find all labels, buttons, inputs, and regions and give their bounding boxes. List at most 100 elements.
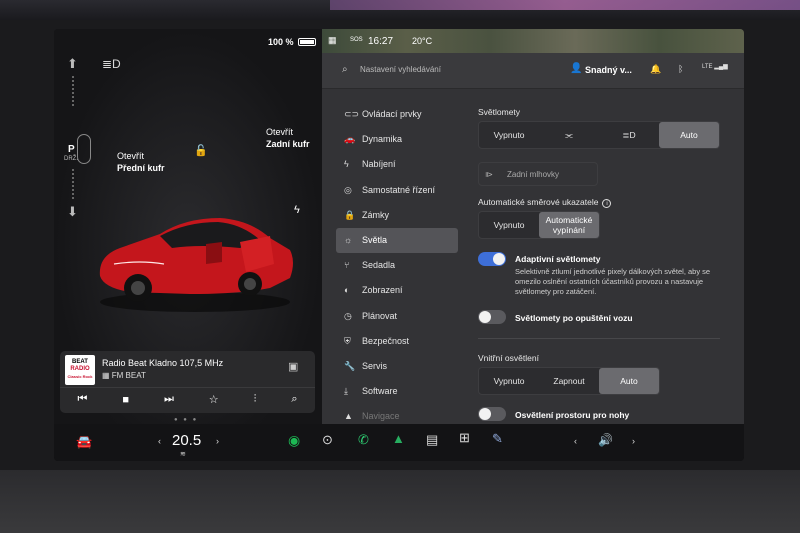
- headlights-after-exit-label: Světlomety po opuštění vozu: [515, 313, 633, 323]
- driver-profile[interactable]: Snadný v...: [585, 65, 632, 75]
- equalizer-icon[interactable]: ⫶: [254, 393, 257, 406]
- menu-item-software[interactable]: ⤓ Software: [336, 379, 458, 404]
- turn-signals-segmented-control: Vypnuto Automatické vypínání: [478, 211, 600, 239]
- sos-label: SOS: [350, 37, 363, 43]
- settings-panel: ▦ SOS 16:27 20°C ⌕ Nastavení vyhledávání…: [322, 29, 744, 424]
- station-name: Radio Beat Kladno 107,5 MHz: [102, 358, 224, 368]
- bluetooth-icon[interactable]: ᛒ: [678, 64, 683, 74]
- menu-item-planovat[interactable]: ◷ Plánovat: [336, 304, 458, 329]
- unlock-icon[interactable]: 🔓: [194, 144, 208, 157]
- favorite-star-icon[interactable]: ☆: [209, 393, 219, 406]
- previous-track-icon[interactable]: ⏮: [77, 393, 87, 406]
- arrow-up-icon: ⬆: [67, 56, 78, 71]
- steering-wheel-icon: ◎: [344, 184, 352, 195]
- bell-icon[interactable]: 🔔: [650, 64, 661, 75]
- battery-icon: [298, 38, 316, 46]
- clock-icon: ◷: [344, 310, 352, 321]
- spotify-icon[interactable]: ◉: [288, 432, 300, 449]
- headlights-option-parking[interactable]: ⫘: [539, 122, 599, 148]
- interior-option-off[interactable]: Vypnuto: [479, 368, 539, 394]
- gear-selector[interactable]: ⬆ P DRŽ. ⬇: [64, 54, 91, 224]
- gear-hold-label: DRŽ.: [64, 156, 78, 162]
- headlights-option-off[interactable]: Vypnuto: [479, 122, 539, 148]
- speaker-icon[interactable]: 🔊: [598, 433, 613, 447]
- interior-option-auto[interactable]: Auto: [599, 368, 659, 394]
- adaptive-headlights-description: Selektivně ztlumí jednotlivé pixely dálk…: [515, 267, 711, 296]
- frunk-label-line1: Otevřít: [117, 151, 145, 161]
- turn-signals-option-auto-cancel[interactable]: Automatické vypínání: [539, 212, 599, 238]
- volume-down-icon[interactable]: ‹: [574, 436, 577, 446]
- gear-track: [72, 169, 74, 199]
- car-outline-icon: [77, 134, 91, 164]
- headlights-segmented-control: Vypnuto ⫘ ≣D Auto: [478, 121, 720, 149]
- calendar-icon[interactable]: ▤: [426, 432, 438, 448]
- next-track-icon[interactable]: ⏭: [164, 393, 174, 406]
- search-media-icon[interactable]: ⌕: [291, 393, 297, 406]
- energy-app-icon[interactable]: ▲: [392, 431, 405, 446]
- menu-item-sedadla[interactable]: ⑂ Sedadla: [336, 253, 458, 278]
- headlight-indicator-icon: ≣D: [102, 57, 121, 71]
- turn-signals-option-off[interactable]: Vypnuto: [479, 212, 539, 238]
- adaptive-headlights-toggle[interactable]: [478, 252, 506, 266]
- toybox-icon[interactable]: ✎: [492, 431, 503, 447]
- frunk-label-line2: Přední kufr: [117, 163, 165, 173]
- menu-item-bezpecnost[interactable]: ⛨ Bezpečnost: [336, 329, 458, 354]
- download-icon: ⤓: [344, 386, 348, 397]
- display-icon: ◐: [344, 285, 350, 296]
- app-launcher-icon[interactable]: ⊞: [459, 430, 470, 446]
- map-icon: ▦: [328, 35, 337, 45]
- gear-track: [72, 76, 74, 106]
- footwell-lights-label: Osvětlení prostoru pro nohy: [515, 410, 630, 420]
- media-controls: ⏮ ■ ⏭ ☆ ⫶ ⌕: [60, 387, 315, 411]
- menu-item-servis[interactable]: 🔧 Servis: [336, 354, 458, 379]
- menu-item-samostatne-rizeni[interactable]: ◎ Samostatné řízení: [336, 178, 458, 203]
- ambient-glow: [330, 0, 800, 10]
- car-icon: 🚗: [344, 134, 356, 145]
- sun-icon: ☼: [344, 234, 353, 245]
- car-image: [99, 218, 293, 312]
- radio-source-icon[interactable]: ▣: [288, 360, 298, 373]
- stop-icon[interactable]: ■: [122, 394, 129, 406]
- media-player[interactable]: BEAT RADIO Classic Rock Radio Beat Kladn…: [60, 351, 315, 413]
- open-trunk-button[interactable]: Otevřít Zadní kufr: [266, 126, 310, 150]
- menu-item-nabijeni[interactable]: ϟ Nabíjení: [336, 152, 458, 177]
- volume-up-icon[interactable]: ›: [632, 436, 635, 446]
- user-icon: 👤: [570, 63, 583, 74]
- open-frunk-button[interactable]: Otevřít Přední kufr: [117, 150, 165, 174]
- bezel-bottom: [0, 470, 800, 533]
- touchscreen: 100 % ≣D ⬆ P DRŽ. ⬇ Otevřít Přední kufr …: [54, 29, 744, 461]
- headlights-after-exit-toggle[interactable]: [478, 310, 506, 324]
- camera-icon[interactable]: ⊙: [322, 432, 333, 448]
- headlights-option-low-beam[interactable]: ≣D: [599, 122, 659, 148]
- interior-lights-segmented-control: Vypnuto Zapnout Auto: [478, 367, 660, 395]
- seat-icon: ⑂: [344, 260, 350, 271]
- clock: 16:27: [368, 36, 394, 47]
- settings-menu: ⊂⊃ Ovládací prvky 🚗 Dynamika ϟ Nabíjení ◎ Sa…: [336, 102, 458, 429]
- temp-down-icon[interactable]: ‹: [158, 436, 161, 446]
- headlights-option-auto[interactable]: Auto: [659, 122, 719, 148]
- cabin-temperature[interactable]: 20.5: [172, 432, 201, 449]
- seat-heater-icon[interactable]: ≋: [180, 450, 186, 458]
- menu-item-svetla[interactable]: ☼ Světla: [336, 227, 458, 254]
- lock-icon: 🔒: [344, 209, 356, 220]
- car-icon[interactable]: 🚘: [76, 434, 92, 450]
- interior-lights-title: Vnitřní osvětlení: [478, 353, 539, 363]
- menu-item-zamky[interactable]: 🔒 Zámky: [336, 203, 458, 228]
- map-strip[interactable]: ▦ SOS 16:27 20°C: [322, 29, 744, 53]
- rear-fog-button[interactable]: ⧐ Zadní mlhovky: [478, 162, 598, 186]
- menu-item-dynamika[interactable]: 🚗 Dynamika: [336, 127, 458, 152]
- search-input[interactable]: Nastavení vyhledávání: [360, 65, 441, 74]
- fog-light-icon: ⧐: [485, 169, 493, 179]
- phone-icon[interactable]: ✆: [358, 432, 369, 448]
- battery-level: 100 %: [268, 37, 294, 47]
- settings-search-bar: ⌕ Nastavení vyhledávání 👤 Snadný v... 🔔 …: [322, 53, 744, 89]
- low-beam-icon: ≣D: [622, 130, 636, 140]
- menu-item-zobrazeni[interactable]: ◐ Zobrazení: [336, 278, 458, 303]
- info-icon[interactable]: i: [602, 199, 612, 208]
- footwell-lights-toggle[interactable]: [478, 407, 506, 421]
- menu-item-ovladaci-prvky[interactable]: ⊂⊃ Ovládací prvky: [336, 102, 458, 127]
- temp-up-icon[interactable]: ›: [216, 436, 219, 446]
- interior-option-on[interactable]: Zapnout: [539, 368, 599, 394]
- gear-current: P: [68, 144, 75, 155]
- search-icon: ⌕: [342, 64, 348, 75]
